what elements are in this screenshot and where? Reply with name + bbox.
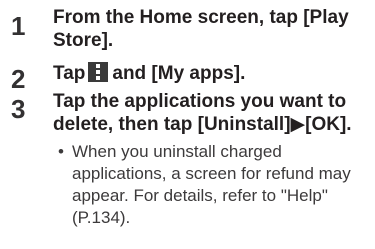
step-text-after-icon: and [My apps]. <box>112 63 246 84</box>
step-text-before-icon: Tap <box>53 63 86 84</box>
refund-note: • When you uninstall charged application… <box>58 141 370 229</box>
menu-kebab-icon <box>88 62 109 82</box>
step-text-line: Tap the applications you want to <box>53 91 347 112</box>
step-number: 1 <box>11 11 26 41</box>
note-line: applications, a screen for refund may <box>72 164 351 183</box>
note-line: appear. For details, refer to "Help" <box>72 186 328 205</box>
bullet-icon: • <box>58 142 64 161</box>
step-number: 2 <box>11 64 26 94</box>
step-text-line: From the Home screen, tap [Play <box>53 7 349 28</box>
step-number: 3 <box>11 94 26 124</box>
step-text-line: Store]. <box>53 30 114 51</box>
note-line: (P.134). <box>72 208 131 227</box>
step-text: Tap the applications you want to delete,… <box>53 90 352 136</box>
note-line: When you uninstall charged <box>72 142 282 161</box>
step-text-line: delete, then tap [Uninstall]▶[OK]. <box>53 114 352 135</box>
step-text: From the Home screen, tap [Play Store]. <box>53 6 349 52</box>
note-text: When you uninstall charged applications,… <box>58 141 370 229</box>
step-text: Tap and [My apps]. <box>53 62 245 85</box>
